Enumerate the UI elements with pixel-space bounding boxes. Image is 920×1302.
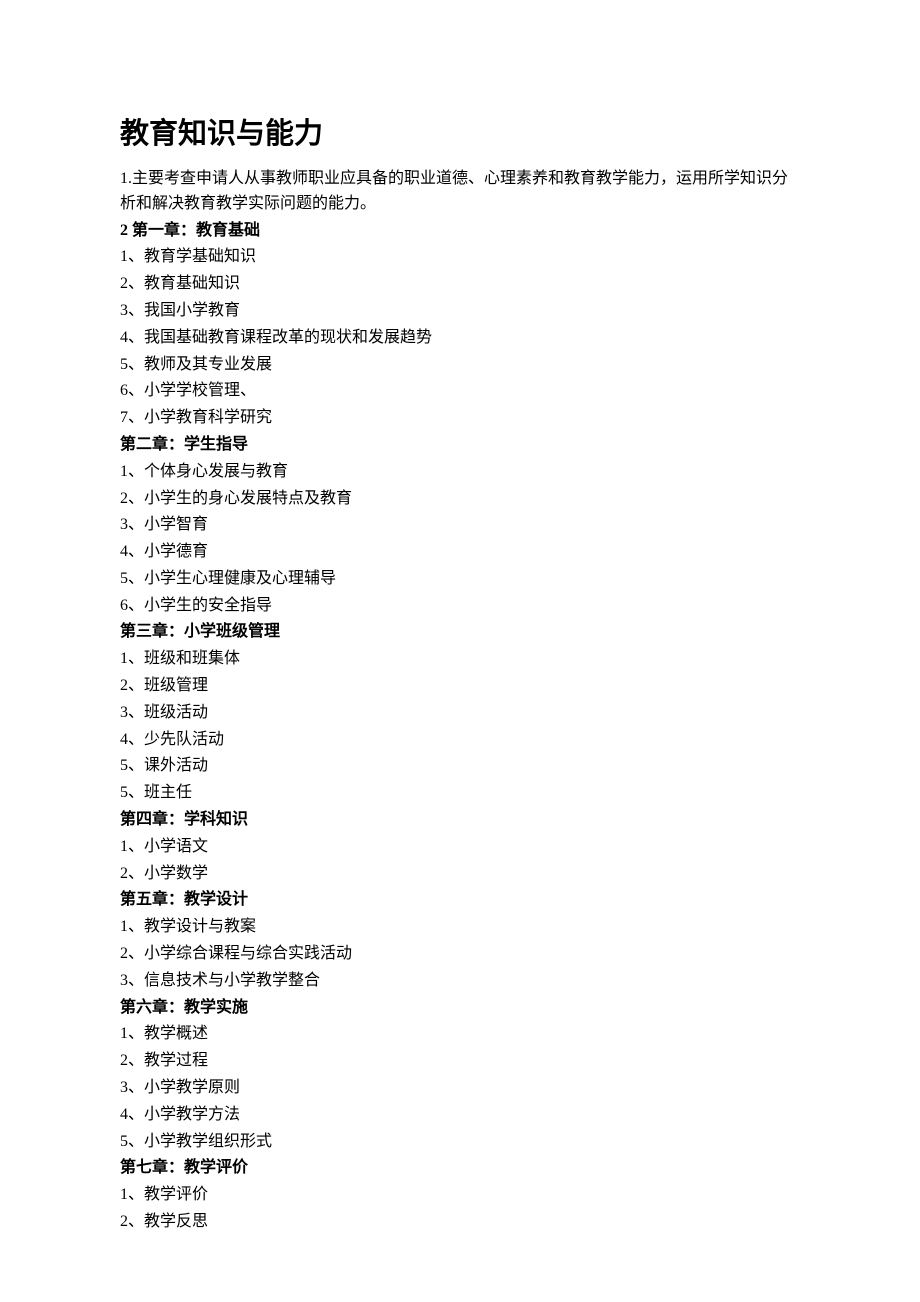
chapter-heading: 第六章：教学实施 bbox=[120, 996, 800, 1021]
chapter-heading: 第二章：学生指导 bbox=[120, 433, 800, 458]
chapter-heading: 2 第一章：教育基础 bbox=[120, 219, 800, 244]
list-item: 3、小学智育 bbox=[120, 513, 800, 538]
chapter-heading: 第七章：教学评价 bbox=[120, 1156, 800, 1181]
list-item: 5、课外活动 bbox=[120, 754, 800, 779]
list-item: 4、少先队活动 bbox=[120, 728, 800, 753]
list-item: 2、教育基础知识 bbox=[120, 272, 800, 297]
chapter-heading: 第三章：小学班级管理 bbox=[120, 620, 800, 645]
list-item: 2、小学综合课程与综合实践活动 bbox=[120, 942, 800, 967]
list-item: 7、小学教育科学研究 bbox=[120, 406, 800, 431]
chapter-heading: 第四章：学科知识 bbox=[120, 808, 800, 833]
list-item: 1、教学概述 bbox=[120, 1022, 800, 1047]
list-item: 2、教学过程 bbox=[120, 1049, 800, 1074]
list-item: 1、个体身心发展与教育 bbox=[120, 460, 800, 485]
list-item: 4、我国基础教育课程改革的现状和发展趋势 bbox=[120, 326, 800, 351]
chapters-container: 2 第一章：教育基础1、教育学基础知识2、教育基础知识3、我国小学教育4、我国基… bbox=[120, 219, 800, 1235]
list-item: 6、小学生的安全指导 bbox=[120, 594, 800, 619]
list-item: 5、教师及其专业发展 bbox=[120, 353, 800, 378]
list-item: 3、我国小学教育 bbox=[120, 299, 800, 324]
list-item: 1、教学评价 bbox=[120, 1183, 800, 1208]
list-item: 3、小学教学原则 bbox=[120, 1076, 800, 1101]
list-item: 2、小学生的身心发展特点及教育 bbox=[120, 487, 800, 512]
list-item: 3、班级活动 bbox=[120, 701, 800, 726]
page-title: 教育知识与能力 bbox=[120, 112, 800, 157]
list-item: 3、信息技术与小学教学整合 bbox=[120, 969, 800, 994]
list-item: 2、班级管理 bbox=[120, 674, 800, 699]
list-item: 2、小学数学 bbox=[120, 862, 800, 887]
list-item: 1、教学设计与教案 bbox=[120, 915, 800, 940]
intro-text: 1.主要考查申请人从事教师职业应具备的职业道德、心理素养和教育教学能力，运用所学… bbox=[120, 167, 800, 217]
list-item: 6、小学学校管理、 bbox=[120, 379, 800, 404]
list-item: 1、班级和班集体 bbox=[120, 647, 800, 672]
list-item: 2、教学反思 bbox=[120, 1210, 800, 1235]
list-item: 4、小学德育 bbox=[120, 540, 800, 565]
list-item: 5、班主任 bbox=[120, 781, 800, 806]
chapter-heading: 第五章：教学设计 bbox=[120, 888, 800, 913]
list-item: 5、小学生心理健康及心理辅导 bbox=[120, 567, 800, 592]
list-item: 1、教育学基础知识 bbox=[120, 245, 800, 270]
list-item: 1、小学语文 bbox=[120, 835, 800, 860]
list-item: 4、小学教学方法 bbox=[120, 1103, 800, 1128]
list-item: 5、小学教学组织形式 bbox=[120, 1130, 800, 1155]
